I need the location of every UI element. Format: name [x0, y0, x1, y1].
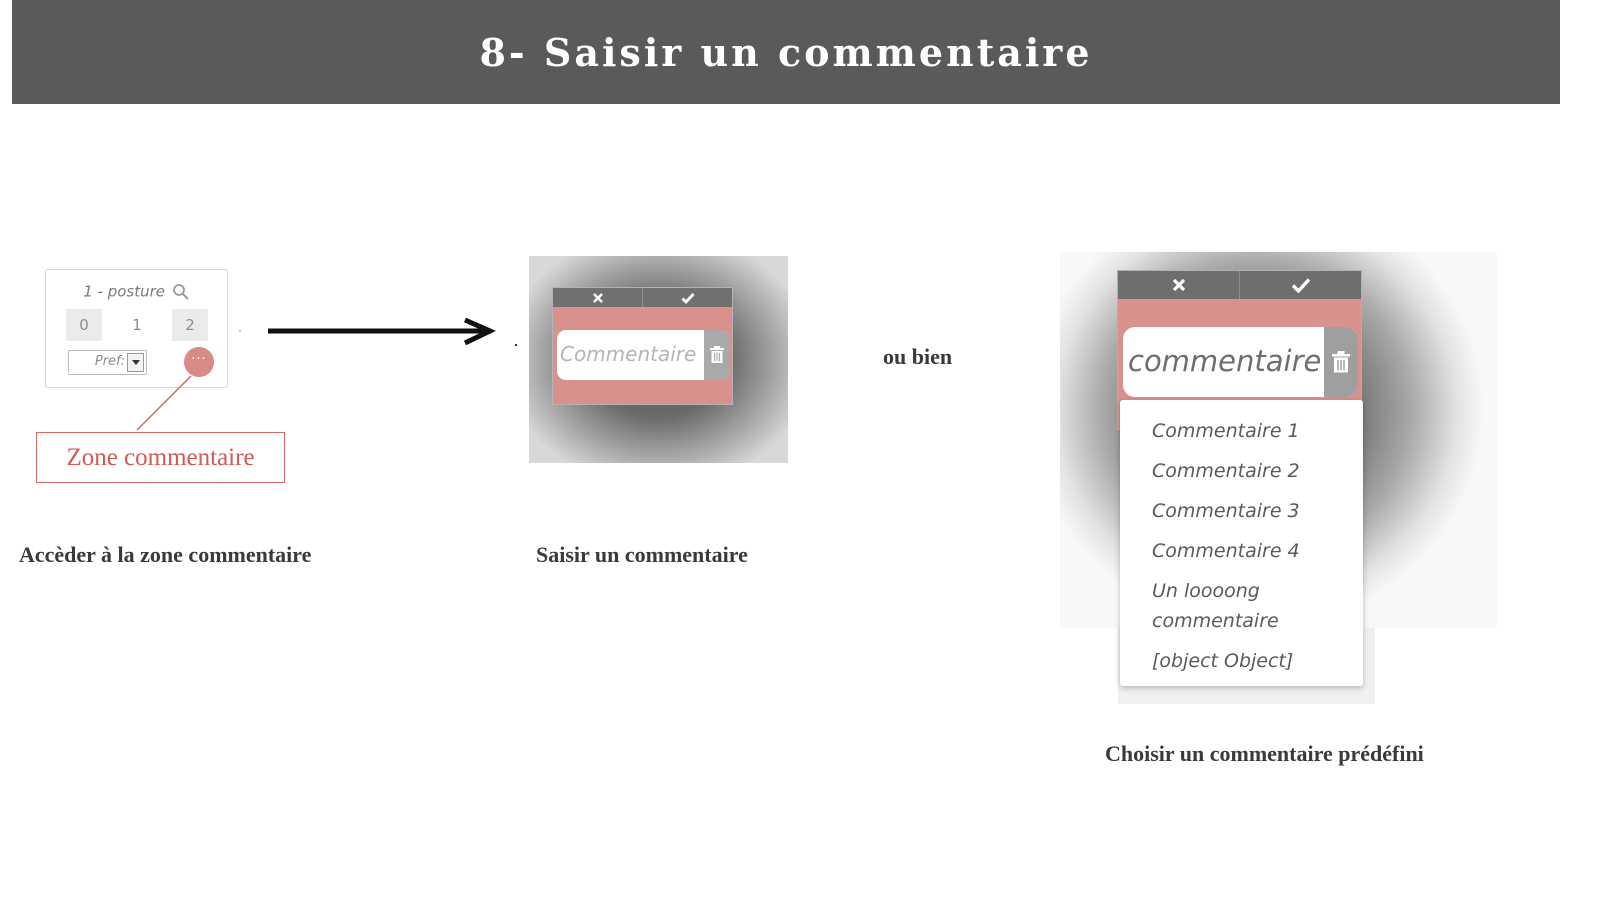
comment-entry-screenshot: Commentaire ... — [529, 256, 788, 463]
predefined-comment-list: Commentaire 1 Commentaire 2 Commentaire … — [1120, 400, 1363, 686]
list-item[interactable]: Commentaire 3 — [1120, 496, 1320, 526]
connector-text: ou bien — [883, 344, 953, 369]
delete-button[interactable] — [704, 330, 730, 380]
comment-toolbar — [553, 288, 732, 307]
comment-panel: Commentaire ... — [552, 287, 733, 405]
step1-caption: Accèder à la zone commentaire — [19, 542, 312, 567]
comment-field-value: commentaire 1 — [1128, 344, 1350, 378]
check-icon — [681, 292, 695, 304]
callout-leader-line — [136, 375, 192, 431]
stray-mark — [515, 344, 517, 346]
step3-caption: Choisir un commentaire prédéfini — [1105, 741, 1424, 766]
list-item[interactable]: Commentaire 4 — [1120, 536, 1320, 566]
callout-box: Zone commentaire — [36, 432, 285, 483]
close-icon — [1172, 278, 1185, 292]
list-item[interactable]: Commentaire 2 — [1120, 456, 1320, 486]
list-item[interactable]: Un loooong commentaire — [1120, 576, 1320, 636]
arrow-right-icon — [268, 317, 496, 346]
comment-toolbar-large — [1118, 271, 1361, 299]
trash-icon — [710, 346, 724, 363]
check-icon — [1291, 278, 1310, 293]
callout-label: Zone commentaire — [66, 443, 255, 471]
comment-input-large[interactable]: commentaire 1 — [1123, 327, 1358, 397]
close-icon — [592, 292, 603, 303]
comment-input[interactable]: Commentaire ... — [557, 330, 730, 380]
step2-caption: Saisir un commentaire — [536, 542, 748, 567]
close-button[interactable] — [553, 288, 642, 307]
list-item[interactable]: [object Object] — [1120, 646, 1320, 676]
comment-placeholder: Commentaire ... — [560, 342, 722, 366]
delete-button[interactable] — [1324, 327, 1358, 397]
stray-mark — [239, 330, 241, 332]
close-button[interactable] — [1118, 271, 1239, 299]
list-item[interactable]: Commentaire 1 — [1120, 416, 1320, 446]
confirm-button[interactable] — [642, 288, 732, 307]
confirm-button[interactable] — [1239, 271, 1361, 299]
page-title: 8- Saisir un commentaire — [479, 29, 1093, 75]
trash-icon — [1332, 351, 1350, 373]
